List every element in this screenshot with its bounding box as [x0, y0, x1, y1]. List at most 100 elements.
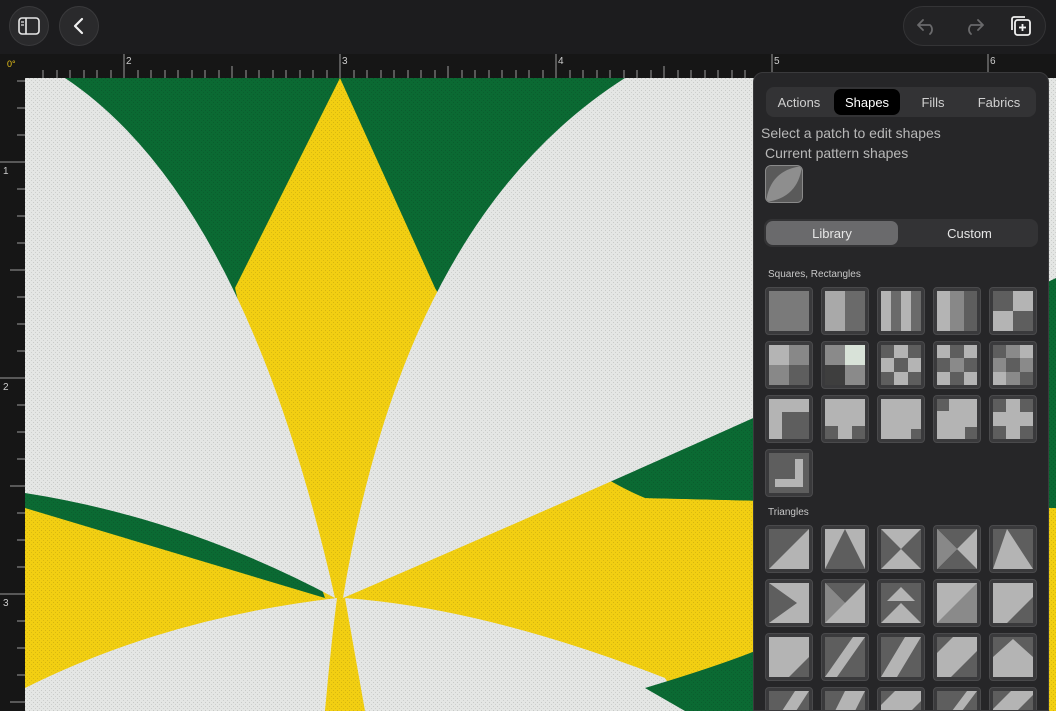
shape-corner-square[interactable]: [765, 395, 813, 443]
shape-two-rects[interactable]: [821, 287, 869, 335]
shape-peak-triangle[interactable]: [989, 525, 1037, 573]
triangle-shape-icon: [993, 529, 1033, 569]
shape-snowball-corner[interactable]: [765, 633, 813, 681]
diagonal-stripe-icon: [993, 691, 1033, 710]
segment-custom[interactable]: Custom: [901, 219, 1038, 247]
sidebar-toggle-button[interactable]: [9, 6, 49, 46]
panel-tabs: Actions Shapes Fills Fabrics: [766, 87, 1036, 117]
shape-half-square-triangle[interactable]: [765, 525, 813, 573]
diagonal-stripe-icon: [825, 691, 865, 710]
shape-flying-geese[interactable]: [821, 579, 869, 627]
tab-actions[interactable]: Actions: [766, 87, 832, 117]
vertical-ruler[interactable]: 1 2 3: [0, 78, 25, 711]
shape-diagonal-a[interactable]: [765, 687, 813, 710]
shape-nine-patch-a[interactable]: [765, 341, 813, 389]
house-shape-icon: [993, 637, 1033, 677]
shape-nine-patch-b[interactable]: [821, 341, 869, 389]
shape-diagonal-d[interactable]: [933, 687, 981, 710]
panel-hint: Select a patch to edit shapes: [761, 125, 941, 141]
shape-four-stripes[interactable]: [877, 287, 925, 335]
shape-corners[interactable]: [933, 395, 981, 443]
undo-button[interactable]: [904, 7, 950, 45]
four-patch-icon: [993, 291, 1033, 331]
back-button[interactable]: [59, 6, 99, 46]
diagonal-stripe-icon: [769, 691, 809, 710]
square-shape-icon: [769, 291, 809, 331]
ruler-label: 5: [774, 56, 780, 67]
ruler-label: 2: [3, 382, 9, 393]
sidebar-icon: [18, 17, 40, 35]
cross-shape-icon: [993, 399, 1033, 439]
shape-diagonal-b[interactable]: [821, 687, 869, 710]
diagonal-stripe-icon: [937, 691, 977, 710]
section-triangles: Triangles: [768, 507, 809, 518]
shape-diagonal-e[interactable]: [989, 687, 1037, 710]
shape-hourglass[interactable]: [877, 525, 925, 573]
tab-fabrics[interactable]: Fabrics: [966, 87, 1032, 117]
duplicate-button[interactable]: [998, 7, 1044, 45]
shape-side-triangle[interactable]: [765, 579, 813, 627]
diagonal-stripe-icon: [881, 637, 921, 677]
diagonal-stripe-icon: [881, 691, 921, 710]
tab-fills[interactable]: Fills: [900, 87, 966, 117]
chevron-left-icon: [73, 17, 84, 35]
current-shape-thumbnail[interactable]: [765, 165, 803, 203]
hourglass-icon: [881, 529, 921, 569]
shape-stacked-triangles[interactable]: [877, 579, 925, 627]
stripes-shape-icon: [937, 291, 977, 331]
shape-diagonal-band[interactable]: [877, 633, 925, 681]
shape-four-patch[interactable]: [989, 287, 1037, 335]
ruler-label: 3: [342, 56, 348, 67]
nine-patch-icon: [769, 345, 809, 385]
ruler-label: 4: [558, 56, 564, 67]
checker-icon: [993, 345, 1033, 385]
stacked-triangles-icon: [881, 583, 921, 623]
shape-checker-a[interactable]: [877, 341, 925, 389]
l-frame-icon: [769, 453, 809, 493]
corners-shape-icon: [937, 399, 977, 439]
triangle-shape-icon: [937, 583, 977, 623]
section-squares: Squares, Rectangles: [768, 269, 861, 280]
shape-house[interactable]: [989, 633, 1037, 681]
ruler-label: 6: [990, 56, 996, 67]
shape-wide-band[interactable]: [933, 633, 981, 681]
small-corner-icon: [881, 399, 921, 439]
shape-three-stripes[interactable]: [933, 287, 981, 335]
shape-small-corner[interactable]: [877, 395, 925, 443]
quarter-square-icon: [937, 529, 977, 569]
checker-icon: [937, 345, 977, 385]
rotation-angle: 0°: [7, 59, 16, 69]
shape-checker-c[interactable]: [989, 341, 1037, 389]
tab-shapes[interactable]: Shapes: [834, 89, 900, 115]
shape-diagonal-stripe[interactable]: [821, 633, 869, 681]
two-rectangles-icon: [825, 291, 865, 331]
redo-button[interactable]: [951, 7, 997, 45]
shape-diagonal-c[interactable]: [877, 687, 925, 710]
shape-checker-b[interactable]: [933, 341, 981, 389]
triangle-shape-icon: [769, 529, 809, 569]
shape-quarter-square[interactable]: [933, 525, 981, 573]
nine-patch-icon: [825, 345, 865, 385]
ruler-label: 3: [3, 598, 9, 609]
shapes-panel: Actions Shapes Fills Fabrics Select a pa…: [753, 72, 1049, 711]
corner-notch-icon: [825, 399, 865, 439]
segment-library[interactable]: Library: [766, 221, 898, 245]
library-custom-switch: Library Custom: [764, 219, 1038, 247]
stripes-shape-icon: [881, 291, 921, 331]
shape-l-frame[interactable]: [765, 449, 813, 497]
ruler-label: 2: [126, 56, 132, 67]
triangle-shape-icon: [769, 637, 809, 677]
top-toolbar: [0, 0, 1056, 54]
triangle-shape-icon: [825, 529, 865, 569]
diagonal-stripe-icon: [825, 637, 865, 677]
redo-icon: [968, 19, 984, 35]
shape-center-triangle[interactable]: [821, 525, 869, 573]
shape-square[interactable]: [765, 287, 813, 335]
shape-diagonal-corner[interactable]: [989, 579, 1037, 627]
add-page-icon: [1011, 16, 1031, 36]
undo-icon: [917, 19, 933, 35]
shape-corner-notch[interactable]: [821, 395, 869, 443]
shape-diagonal-half[interactable]: [933, 579, 981, 627]
current-shapes-label: Current pattern shapes: [765, 145, 909, 161]
shape-cross[interactable]: [989, 395, 1037, 443]
